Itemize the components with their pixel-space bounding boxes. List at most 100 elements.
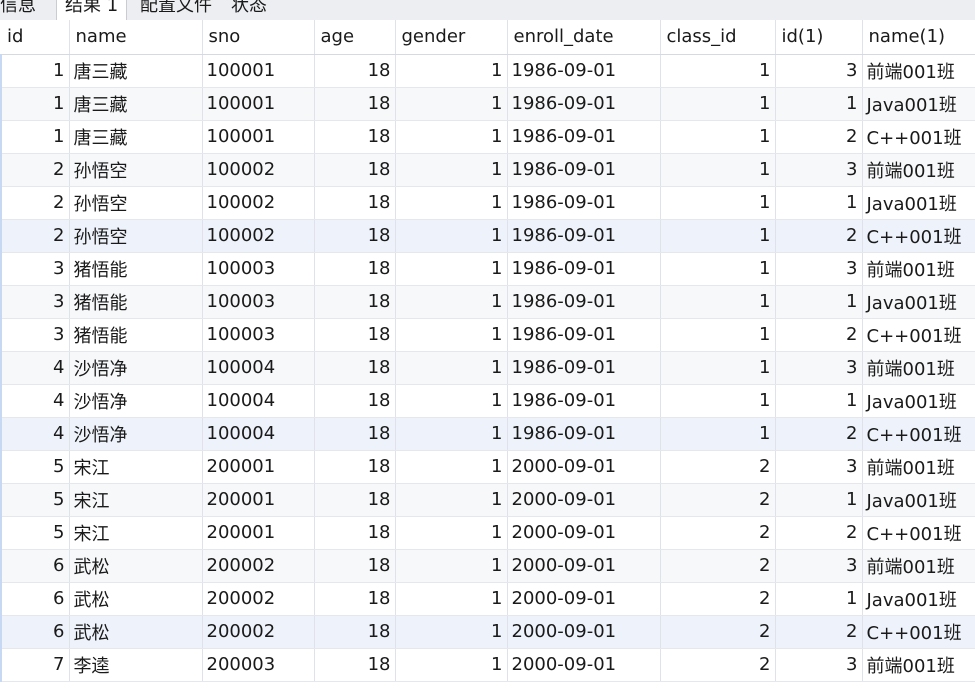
table-cell[interactable]: 沙悟净	[69, 351, 203, 385]
table-cell[interactable]: 100004	[202, 384, 315, 418]
table-cell[interactable]: 2000-09-01	[507, 516, 661, 550]
table-cell[interactable]: 3	[0, 285, 70, 319]
table-cell[interactable]: 2	[660, 615, 776, 649]
table-cell[interactable]: 沙悟净	[69, 384, 203, 418]
table-cell[interactable]: 孙悟空	[69, 186, 203, 220]
table-cell[interactable]: 1	[775, 483, 863, 517]
table-cell[interactable]: 2000-09-01	[507, 615, 661, 649]
table-cell[interactable]: 1	[660, 186, 776, 220]
table-row[interactable]: 6 武松 200002 18 1 2000-09-01 2 2 C++001班	[0, 615, 975, 649]
table-row[interactable]: 4 沙悟净 100004 18 1 1986-09-01 1 1 Java001班	[0, 384, 975, 418]
table-cell[interactable]: 1	[775, 285, 863, 319]
column-header-id-1[interactable]: id(1)	[775, 20, 863, 55]
table-cell[interactable]: 2	[775, 516, 863, 550]
table-row[interactable]: 5 宋江 200001 18 1 2000-09-01 2 1 Java001班	[0, 483, 975, 517]
table-cell[interactable]: 18	[314, 54, 396, 88]
table-cell[interactable]: 5	[0, 450, 70, 484]
table-cell[interactable]: 18	[314, 384, 396, 418]
table-cell[interactable]: 6	[0, 615, 70, 649]
table-cell[interactable]: 1	[660, 417, 776, 451]
table-cell[interactable]: 1	[395, 252, 508, 286]
table-cell[interactable]: 200002	[202, 582, 315, 616]
table-cell[interactable]: 1	[395, 549, 508, 583]
table-cell[interactable]: 1986-09-01	[507, 252, 661, 286]
table-cell[interactable]: 100004	[202, 417, 315, 451]
table-cell[interactable]: 前端001班	[862, 252, 975, 286]
table-cell[interactable]: 宋江	[69, 516, 203, 550]
table-cell[interactable]: 1986-09-01	[507, 54, 661, 88]
table-cell[interactable]: Java001班	[862, 483, 975, 517]
tab-profile[interactable]: 配置文件	[140, 0, 212, 20]
column-header-gender[interactable]: gender	[395, 20, 508, 55]
table-cell[interactable]: 猪悟能	[69, 252, 203, 286]
table-cell[interactable]: 3	[775, 54, 863, 88]
table-row[interactable]: 3 猪悟能 100003 18 1 1986-09-01 1 1 Java001班	[0, 285, 975, 319]
column-header-id[interactable]: id	[1, 20, 70, 55]
table-cell[interactable]: 2	[0, 186, 70, 220]
table-row[interactable]: 3 猪悟能 100003 18 1 1986-09-01 1 3 前端001班	[0, 252, 975, 286]
table-cell[interactable]: 4	[0, 384, 70, 418]
table-cell[interactable]: 100003	[202, 252, 315, 286]
table-cell[interactable]: Java001班	[862, 384, 975, 418]
table-cell[interactable]: 100001	[202, 54, 315, 88]
table-cell[interactable]: 1	[395, 120, 508, 154]
table-cell[interactable]: 1	[395, 186, 508, 220]
table-cell[interactable]: 5	[0, 516, 70, 550]
table-cell[interactable]: 2000-09-01	[507, 450, 661, 484]
table-cell[interactable]: 2	[0, 219, 70, 253]
table-cell[interactable]: 1	[0, 120, 70, 154]
table-cell[interactable]: C++001班	[862, 516, 975, 550]
table-cell[interactable]: 18	[314, 483, 396, 517]
table-cell[interactable]: 2	[660, 483, 776, 517]
table-cell[interactable]: 1	[395, 219, 508, 253]
table-cell[interactable]: 1	[660, 351, 776, 385]
table-row[interactable]: 1 唐三藏 100001 18 1 1986-09-01 1 3 前端001班	[0, 54, 975, 88]
table-cell[interactable]: 18	[314, 648, 396, 682]
table-cell[interactable]: 18	[314, 516, 396, 550]
table-cell[interactable]: 100004	[202, 351, 315, 385]
table-cell[interactable]: 3	[775, 351, 863, 385]
table-cell[interactable]: 前端001班	[862, 351, 975, 385]
table-cell[interactable]: Java001班	[862, 285, 975, 319]
table-row[interactable]: 2 孙悟空 100002 18 1 1986-09-01 1 3 前端001班	[0, 153, 975, 187]
table-cell[interactable]: Java001班	[862, 582, 975, 616]
table-cell[interactable]: 200003	[202, 648, 315, 682]
table-cell[interactable]: 18	[314, 450, 396, 484]
table-cell[interactable]: 猪悟能	[69, 318, 203, 352]
tab-info[interactable]: 信息	[0, 0, 36, 20]
column-header-name-1[interactable]: name(1)	[862, 20, 975, 55]
table-cell[interactable]: 宋江	[69, 483, 203, 517]
table-cell[interactable]: 4	[0, 417, 70, 451]
table-cell[interactable]: 1	[395, 582, 508, 616]
table-cell[interactable]: 18	[314, 318, 396, 352]
table-cell[interactable]: 2	[660, 549, 776, 583]
table-cell[interactable]: 1986-09-01	[507, 417, 661, 451]
table-cell[interactable]: 200001	[202, 483, 315, 517]
table-cell[interactable]: 唐三藏	[69, 120, 203, 154]
table-cell[interactable]: 1	[775, 186, 863, 220]
table-cell[interactable]: 200001	[202, 516, 315, 550]
table-cell[interactable]: 6	[0, 582, 70, 616]
table-cell[interactable]: 100002	[202, 186, 315, 220]
table-cell[interactable]: C++001班	[862, 219, 975, 253]
table-cell[interactable]: 猪悟能	[69, 285, 203, 319]
table-cell[interactable]: 18	[314, 219, 396, 253]
table-cell[interactable]: 1	[660, 285, 776, 319]
table-cell[interactable]: 100001	[202, 120, 315, 154]
table-cell[interactable]: 1	[0, 54, 70, 88]
table-cell[interactable]: 3	[775, 549, 863, 583]
table-cell[interactable]: C++001班	[862, 615, 975, 649]
table-cell[interactable]: 18	[314, 615, 396, 649]
table-cell[interactable]: 1	[775, 87, 863, 121]
table-cell[interactable]: 100001	[202, 87, 315, 121]
table-cell[interactable]: 1986-09-01	[507, 285, 661, 319]
table-cell[interactable]: 1	[395, 54, 508, 88]
table-cell[interactable]: 2	[0, 153, 70, 187]
table-cell[interactable]: 1	[660, 252, 776, 286]
table-row[interactable]: 6 武松 200002 18 1 2000-09-01 2 1 Java001班	[0, 582, 975, 616]
table-cell[interactable]: 3	[0, 318, 70, 352]
table-cell[interactable]: 沙悟净	[69, 417, 203, 451]
table-cell[interactable]: 18	[314, 582, 396, 616]
table-cell[interactable]: 1	[395, 648, 508, 682]
table-cell[interactable]: 18	[314, 252, 396, 286]
